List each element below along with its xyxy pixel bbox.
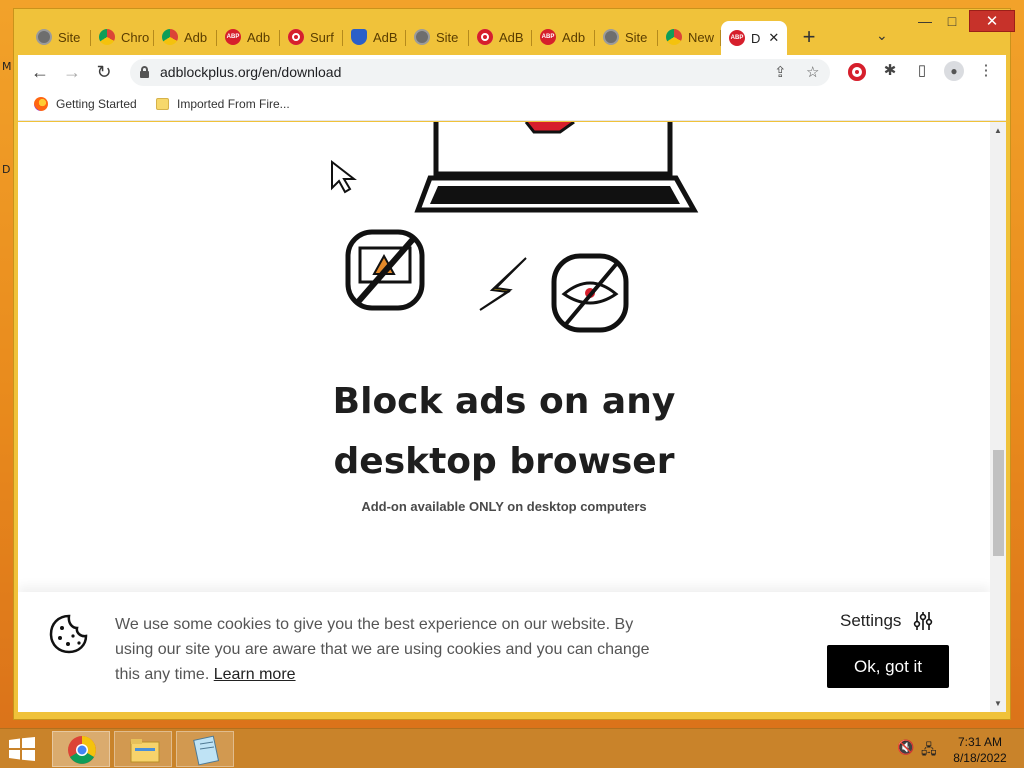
back-arrow-icon[interactable]: ← — [28, 60, 52, 84]
side-panel-icon[interactable]: ▯ — [912, 61, 932, 81]
tab-site-3[interactable]: Site — [595, 23, 658, 51]
profile-avatar-icon[interactable]: ● — [944, 61, 964, 81]
bookmark-star-icon[interactable]: ☆ — [806, 63, 819, 81]
globe-icon — [36, 29, 52, 45]
tab-strip: Site Chro Adb ABP Adb Surf AdB Site AdB A… — [14, 9, 1015, 55]
minimize-button[interactable]: — — [912, 13, 938, 29]
chrome-icon — [666, 29, 682, 45]
tab-adblock-abp-2[interactable]: ABP Adb — [532, 23, 595, 51]
reload-icon[interactable]: ↻ — [92, 60, 116, 84]
globe-icon — [414, 29, 430, 45]
shield-icon — [351, 29, 367, 45]
folder-icon — [130, 739, 160, 763]
notepad-icon — [193, 735, 220, 766]
forward-arrow-icon[interactable]: → — [60, 60, 84, 84]
desktop-edge-letter: M — [2, 60, 12, 73]
globe-icon — [603, 29, 619, 45]
opera-icon — [477, 29, 493, 45]
taskbar-notepad[interactable] — [176, 731, 234, 767]
address-bar[interactable]: adblockplus.org/en/download ⇪ ☆ — [130, 59, 830, 86]
tab-new[interactable]: New — [658, 23, 721, 51]
folder-icon — [156, 98, 169, 110]
opera-icon — [288, 29, 304, 45]
blocked-tracking-eye-icon — [551, 253, 629, 333]
page-content: Block ads on any desktop browser Add-on … — [18, 122, 990, 712]
abp-icon: ABP — [540, 29, 556, 45]
page-scrollbar[interactable]: ▲ ▼ — [990, 122, 1006, 712]
abp-icon: ABP — [729, 30, 745, 46]
tab-adblock[interactable]: Adb — [154, 23, 217, 51]
cookie-settings-button[interactable]: Settings — [840, 610, 933, 632]
scrollbar-thumb[interactable] — [993, 450, 1004, 556]
bookmark-imported-folder[interactable]: Imported From Fire... — [156, 97, 290, 111]
blocked-ad-icon — [345, 229, 425, 311]
tab-search-chevron-icon[interactable]: ⌄ — [876, 27, 888, 44]
share-icon[interactable]: ⇪ — [774, 63, 787, 81]
network-icon[interactable]: 🖧 — [921, 739, 937, 763]
tab-site-2[interactable]: Site — [406, 23, 469, 51]
browser-toolbar: ← → ↻ adblockplus.org/en/download ⇪ ☆ ✱ … — [18, 55, 1006, 89]
cookie-icon — [49, 614, 88, 654]
taskbar-clock[interactable]: 7:31 AM 8/18/2022 — [950, 734, 1010, 766]
volume-muted-icon[interactable]: 🔇 — [897, 739, 914, 756]
hero-illustration — [345, 122, 699, 333]
opera-extension-icon[interactable] — [848, 63, 866, 81]
new-tab-button[interactable]: + — [797, 26, 821, 48]
scroll-down-arrow-icon[interactable]: ▼ — [994, 699, 1002, 708]
url-text[interactable]: adblockplus.org/en/download — [160, 64, 341, 80]
lock-icon[interactable] — [140, 66, 149, 78]
accept-cookies-button[interactable]: Ok, got it — [827, 645, 949, 688]
tab-adblock-opera[interactable]: AdB — [469, 23, 532, 51]
tab-surf[interactable]: Surf — [280, 23, 343, 51]
tab-adblock-abp[interactable]: ABP Adb — [217, 23, 280, 51]
learn-more-link[interactable]: Learn more — [214, 666, 296, 683]
sliders-icon — [914, 612, 933, 630]
mouse-cursor-icon — [331, 160, 357, 194]
taskbar-file-explorer[interactable] — [114, 731, 172, 767]
page-headline: Block ads on any desktop browser — [332, 381, 676, 482]
desktop-edge-letter: D — [2, 163, 11, 176]
page-subheading: Add-on available ONLY on desktop compute… — [361, 499, 647, 514]
abp-icon: ABP — [225, 29, 241, 45]
lightning-bolt-icon — [479, 257, 527, 311]
bookmark-getting-started[interactable]: Getting Started — [34, 97, 137, 111]
browser-window: Site Chro Adb ABP Adb Surf AdB Site AdB A… — [13, 8, 1015, 720]
tab-chrome[interactable]: Chro — [91, 23, 154, 51]
close-window-button[interactable]: ✕ — [969, 10, 1015, 32]
tab-active-download[interactable]: ABP D ✕ — [721, 21, 787, 55]
tab-adblock-shield[interactable]: AdB — [343, 23, 406, 51]
laptop-icon — [414, 122, 699, 213]
extensions-puzzle-icon[interactable]: ✱ — [880, 61, 900, 81]
cookie-banner: We use some cookies to give you the best… — [18, 592, 990, 712]
chrome-icon — [162, 29, 178, 45]
taskbar: 🔇 🖧 7:31 AM 8/18/2022 — [0, 728, 1024, 768]
scroll-up-arrow-icon[interactable]: ▲ — [994, 126, 1002, 135]
windows-start-icon[interactable] — [8, 737, 36, 761]
chrome-icon — [68, 736, 96, 764]
maximize-button[interactable]: □ — [939, 13, 965, 29]
bookmarks-bar: Getting Started Imported From Fire... — [18, 89, 1006, 121]
firefox-icon — [34, 97, 48, 111]
cookie-message: We use some cookies to give you the best… — [115, 616, 650, 683]
tab-site[interactable]: Site — [28, 23, 91, 51]
close-tab-icon[interactable]: ✕ — [768, 30, 779, 46]
chrome-icon — [99, 29, 115, 45]
taskbar-chrome[interactable] — [52, 731, 110, 767]
menu-kebab-icon[interactable]: ⋮ — [976, 61, 996, 81]
